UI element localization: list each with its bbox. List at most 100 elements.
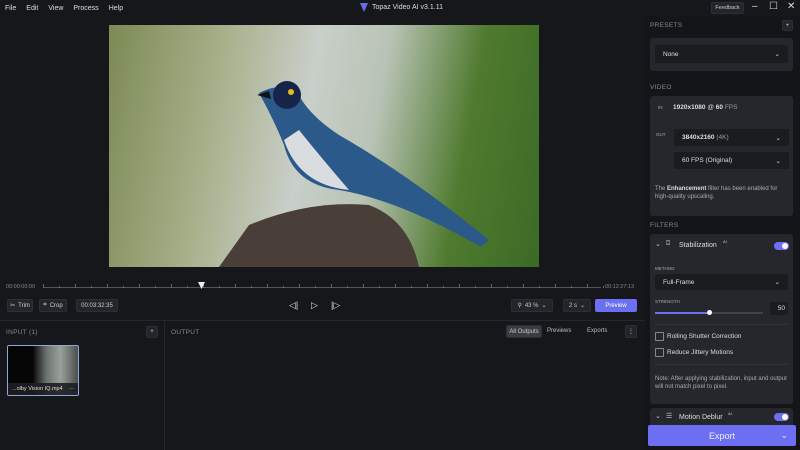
timeline-tick — [507, 286, 508, 288]
presets-header: PRESETS — [650, 22, 683, 29]
motion-deblur-toggle[interactable] — [774, 413, 789, 421]
timeline-tick — [571, 286, 572, 288]
chevron-down-icon: ⌄ — [774, 51, 780, 58]
presets-card: None ⌄ — [650, 38, 793, 71]
timeline-tick — [539, 286, 540, 288]
timeline-tick — [347, 286, 348, 288]
preset-select[interactable]: None ⌄ — [655, 45, 788, 63]
crop-label: Crop — [49, 302, 63, 309]
strength-input[interactable]: 50 — [770, 302, 788, 315]
chevron-down-icon[interactable]: ⌄ — [780, 430, 788, 441]
timeline-tick — [123, 286, 124, 288]
timeline-tick — [491, 284, 492, 288]
duration-select[interactable]: 2 s ⌄ — [563, 299, 591, 312]
scissors-icon: ✂ — [10, 303, 16, 309]
ai-badge: AI — [723, 239, 727, 244]
timeline-tick — [331, 284, 332, 288]
title-text: Topaz Video AI v3.1.11 — [372, 4, 443, 11]
rolling-shutter-checkbox[interactable] — [655, 332, 664, 341]
output-fps-select[interactable]: 60 FPS (Original) ⌄ — [674, 152, 789, 169]
input-file-name: ...olby Vision IQ.mp4 — [12, 386, 63, 392]
strength-label: STRENGTH — [655, 299, 680, 304]
close-icon[interactable]: ✕ — [787, 1, 795, 12]
minimize-icon[interactable]: – — [752, 1, 758, 12]
previous-frame-icon[interactable]: ◁| — [289, 300, 298, 311]
menu-edit[interactable]: Edit — [26, 5, 38, 12]
more-icon[interactable]: ··· — [69, 386, 75, 392]
divider — [0, 320, 645, 321]
preview-button[interactable]: Preview — [595, 299, 637, 312]
video-card: IN 1920x1080 @ 60 FPS OUT 3840x2160 (4K)… — [650, 96, 793, 216]
timeline-tick — [43, 284, 44, 288]
window-title: Topaz Video AI v3.1.11 — [360, 3, 443, 12]
menu-view[interactable]: View — [48, 5, 63, 12]
out-res: 3840x2160 (4K) — [682, 134, 729, 141]
output-resolution-select[interactable]: 3840x2160 (4K) ⌄ — [674, 129, 789, 146]
timeline-tick — [587, 284, 588, 288]
stabilization-toggle[interactable] — [774, 242, 789, 250]
chevron-down-icon: ⌄ — [774, 279, 780, 286]
timeline-tick — [139, 284, 140, 288]
motion-deblur-icon: ☰ — [666, 413, 673, 420]
timeline-tick — [155, 286, 156, 288]
timeline-track[interactable] — [43, 284, 604, 288]
method-select[interactable]: Full-Frame ⌄ — [655, 274, 788, 290]
timeline-tick — [523, 284, 524, 288]
timecode-field[interactable]: 00:03:32:35 — [76, 299, 118, 312]
export-button[interactable]: Export ⌄ — [648, 425, 796, 446]
preset-value: None — [663, 50, 679, 58]
add-input-button[interactable]: + — [146, 326, 158, 338]
timeline-tick — [395, 284, 396, 288]
divider — [164, 321, 165, 450]
menu-process[interactable]: Process — [73, 5, 98, 12]
out-fps: 60 FPS (Original) — [682, 157, 733, 164]
feedback-button[interactable]: Feedback — [711, 2, 744, 14]
out-resolution: 3840x2160 — [682, 134, 715, 141]
maximize-icon[interactable]: ☐ — [769, 1, 778, 12]
input-file-thumbnail[interactable]: ...olby Vision IQ.mp4 ··· — [7, 345, 79, 396]
jittery-checkbox[interactable] — [655, 348, 664, 357]
output-options-button[interactable]: ⋮ — [625, 325, 637, 338]
out-res-tag: (4K) — [716, 134, 729, 141]
timeline-tick — [315, 286, 316, 288]
crop-button[interactable]: ⌗ Crop — [39, 299, 67, 312]
timeline-tick — [475, 286, 476, 288]
settings-panel: PRESETS + None ⌄ VIDEO IN 1920x1080 @ 60 … — [645, 16, 800, 450]
note-pre: The — [655, 186, 666, 192]
method-value: Full-Frame — [663, 278, 695, 286]
bird-image — [219, 81, 489, 267]
timeline-tick — [267, 284, 268, 288]
fps-unit: FPS — [724, 104, 738, 111]
timeline-end: 00:12:27:13 — [605, 284, 635, 290]
timeline-tick — [107, 284, 108, 288]
tab-exports[interactable]: Exports — [587, 328, 607, 334]
crop-icon: ⌗ — [43, 302, 47, 308]
menu-help[interactable]: Help — [109, 5, 123, 12]
next-frame-icon[interactable]: |▷ — [331, 300, 340, 311]
tab-all-outputs[interactable]: All Outputs — [506, 325, 542, 338]
ai-badge: AI — [728, 411, 732, 416]
play-icon[interactable]: ▷ — [311, 300, 318, 311]
stabilization-icon: ⌼ — [666, 240, 671, 247]
input-spec: 1920x1080 @ 60 FPS — [673, 104, 737, 111]
menu-file[interactable]: File — [5, 5, 16, 12]
timeline-tick — [59, 286, 60, 288]
filters-header: FILTERS — [650, 222, 679, 229]
timeline-tick — [299, 284, 300, 288]
divider — [655, 324, 788, 325]
timeline-tick — [427, 284, 428, 288]
strength-slider[interactable] — [655, 310, 763, 315]
chevron-down-icon[interactable]: ⌄ — [655, 412, 661, 420]
zoom-select[interactable]: ⚲ 43 % ⌄ — [511, 299, 553, 312]
timeline-tick — [411, 286, 412, 288]
note-bold: Enhancement — [667, 186, 707, 192]
trim-button[interactable]: ✂ Trim — [7, 299, 33, 312]
video-preview — [109, 25, 539, 267]
add-preset-button[interactable]: + — [782, 20, 793, 31]
tab-previews[interactable]: Previews — [547, 328, 571, 334]
chevron-down-icon[interactable]: ⌄ — [655, 240, 661, 248]
topaz-logo-icon — [360, 3, 368, 12]
in-resolution: 1920x1080 — [673, 104, 706, 111]
out-label: OUT — [656, 132, 666, 137]
timeline-start: 00:00:00:00 — [6, 284, 36, 290]
